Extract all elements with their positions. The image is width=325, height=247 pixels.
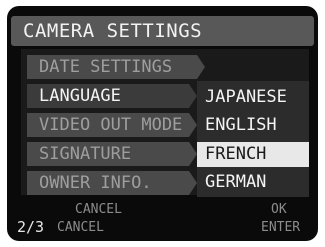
page-indicator: 2/3 [17, 218, 45, 236]
language-option-japanese[interactable]: JAPANESE [197, 85, 309, 110]
footer-row-2: 2/3 CANCEL ENTER [11, 218, 314, 236]
settings-menu: DATE SETTINGS LANGUAGE VIDEO OUT MODE SI… [21, 49, 309, 197]
menu-item-label: DATE SETTINGS [39, 57, 173, 77]
cancel-button[interactable]: CANCEL [75, 202, 122, 218]
camera-lcd-screen: CAMERA SETTINGS DATE SETTINGS LANGUAGE V… [7, 6, 318, 241]
menu-item-language[interactable]: LANGUAGE [27, 84, 197, 108]
menu-item-label: SIGNATURE [39, 144, 132, 164]
title-bar: CAMERA SETTINGS [11, 16, 314, 46]
language-option-german[interactable]: GERMAN [197, 170, 309, 195]
language-option-english[interactable]: ENGLISH [197, 113, 309, 138]
language-option-label: ENGLISH [205, 115, 277, 135]
footer-row-1: CANCEL OK [11, 202, 314, 218]
cancel-hint: CANCEL [57, 220, 104, 235]
screen-title: CAMERA SETTINGS [23, 20, 203, 42]
menu-item-label: VIDEO OUT MODE [39, 115, 183, 135]
ok-button[interactable]: OK [271, 202, 287, 218]
menu-item-signature[interactable]: SIGNATURE [27, 142, 197, 166]
language-submenu: JAPANESE ENGLISH FRENCH GERMAN [197, 81, 309, 197]
menu-item-video-out-mode[interactable]: VIDEO OUT MODE [27, 113, 197, 137]
menu-item-label: OWNER INFO. [39, 173, 152, 193]
language-option-label: GERMAN [205, 172, 267, 192]
menu-item-owner-info[interactable]: OWNER INFO. [27, 171, 197, 195]
language-option-label: FRENCH [205, 144, 267, 164]
menu-item-label: LANGUAGE [39, 86, 121, 106]
language-option-label: JAPANESE [205, 87, 287, 107]
enter-hint: ENTER [261, 220, 301, 235]
language-option-french[interactable]: FRENCH [197, 142, 309, 167]
menu-item-date-settings[interactable]: DATE SETTINGS [27, 55, 205, 79]
